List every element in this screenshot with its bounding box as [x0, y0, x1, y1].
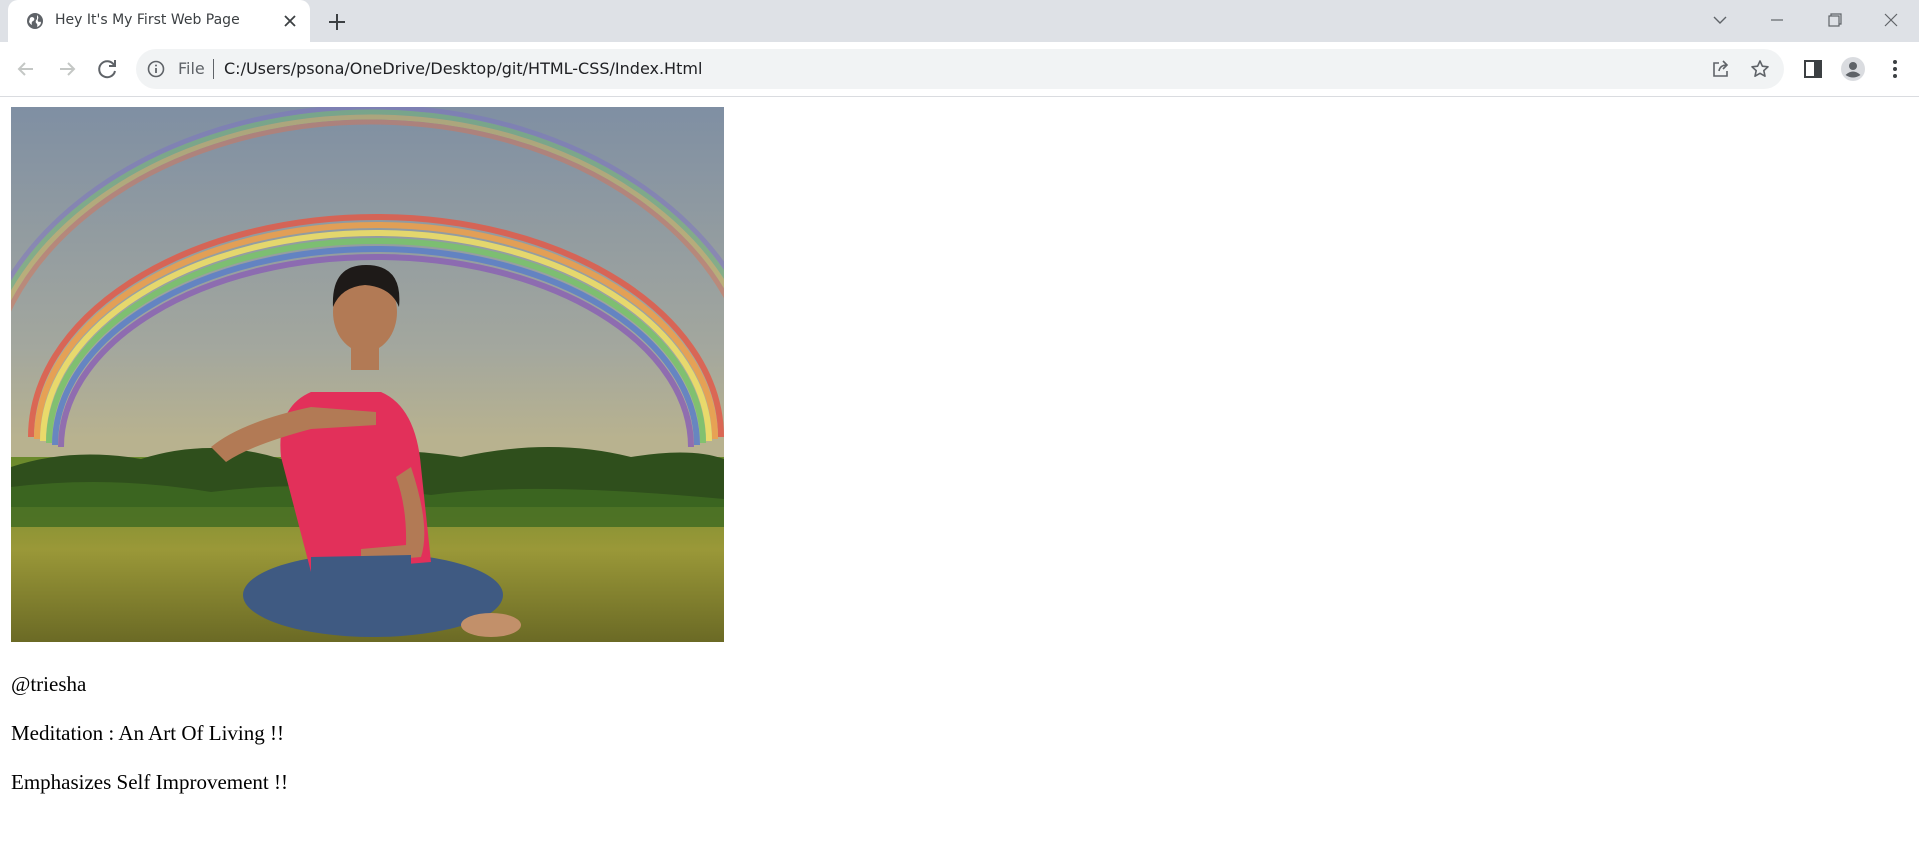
more-menu-icon[interactable]	[1882, 56, 1908, 82]
tagline-text: Emphasizes Self Improvement !!	[11, 770, 288, 794]
reload-icon[interactable]	[94, 55, 122, 83]
scheme-label: File	[178, 59, 205, 78]
tab-active[interactable]: Hey It's My First Web Page	[8, 0, 310, 42]
share-icon[interactable]	[1710, 58, 1732, 80]
info-icon[interactable]	[147, 60, 165, 78]
handle-text: @triesha	[11, 672, 87, 696]
new-tab-icon[interactable]	[325, 10, 349, 34]
divider	[213, 59, 214, 79]
globe-icon	[27, 13, 43, 29]
address-bar[interactable]: File C:/Users/psona/OneDrive/Desktop/git…	[136, 49, 1784, 89]
back-arrow-icon[interactable]	[12, 55, 40, 83]
star-icon[interactable]	[1749, 58, 1771, 80]
side-panel-icon[interactable]	[1800, 56, 1826, 82]
tab-title: Hey It's My First Web Page	[55, 12, 240, 28]
close-window-icon[interactable]	[1877, 8, 1905, 32]
chevron-down-icon[interactable]	[1706, 8, 1734, 32]
tab-strip: Hey It's My First Web Page	[0, 0, 1919, 42]
profile-avatar-icon[interactable]	[1840, 56, 1866, 82]
url-text[interactable]: C:/Users/psona/OneDrive/Desktop/git/HTML…	[224, 59, 702, 78]
restore-icon[interactable]	[1820, 8, 1848, 32]
headline-text: Meditation : An Art Of Living !!	[11, 721, 284, 745]
close-icon[interactable]	[280, 11, 300, 31]
minimize-icon[interactable]	[1763, 8, 1791, 32]
forward-arrow-icon[interactable]	[53, 55, 81, 83]
browser-toolbar: File C:/Users/psona/OneDrive/Desktop/git…	[0, 42, 1919, 97]
meditation-rainbow-photo	[11, 107, 724, 642]
